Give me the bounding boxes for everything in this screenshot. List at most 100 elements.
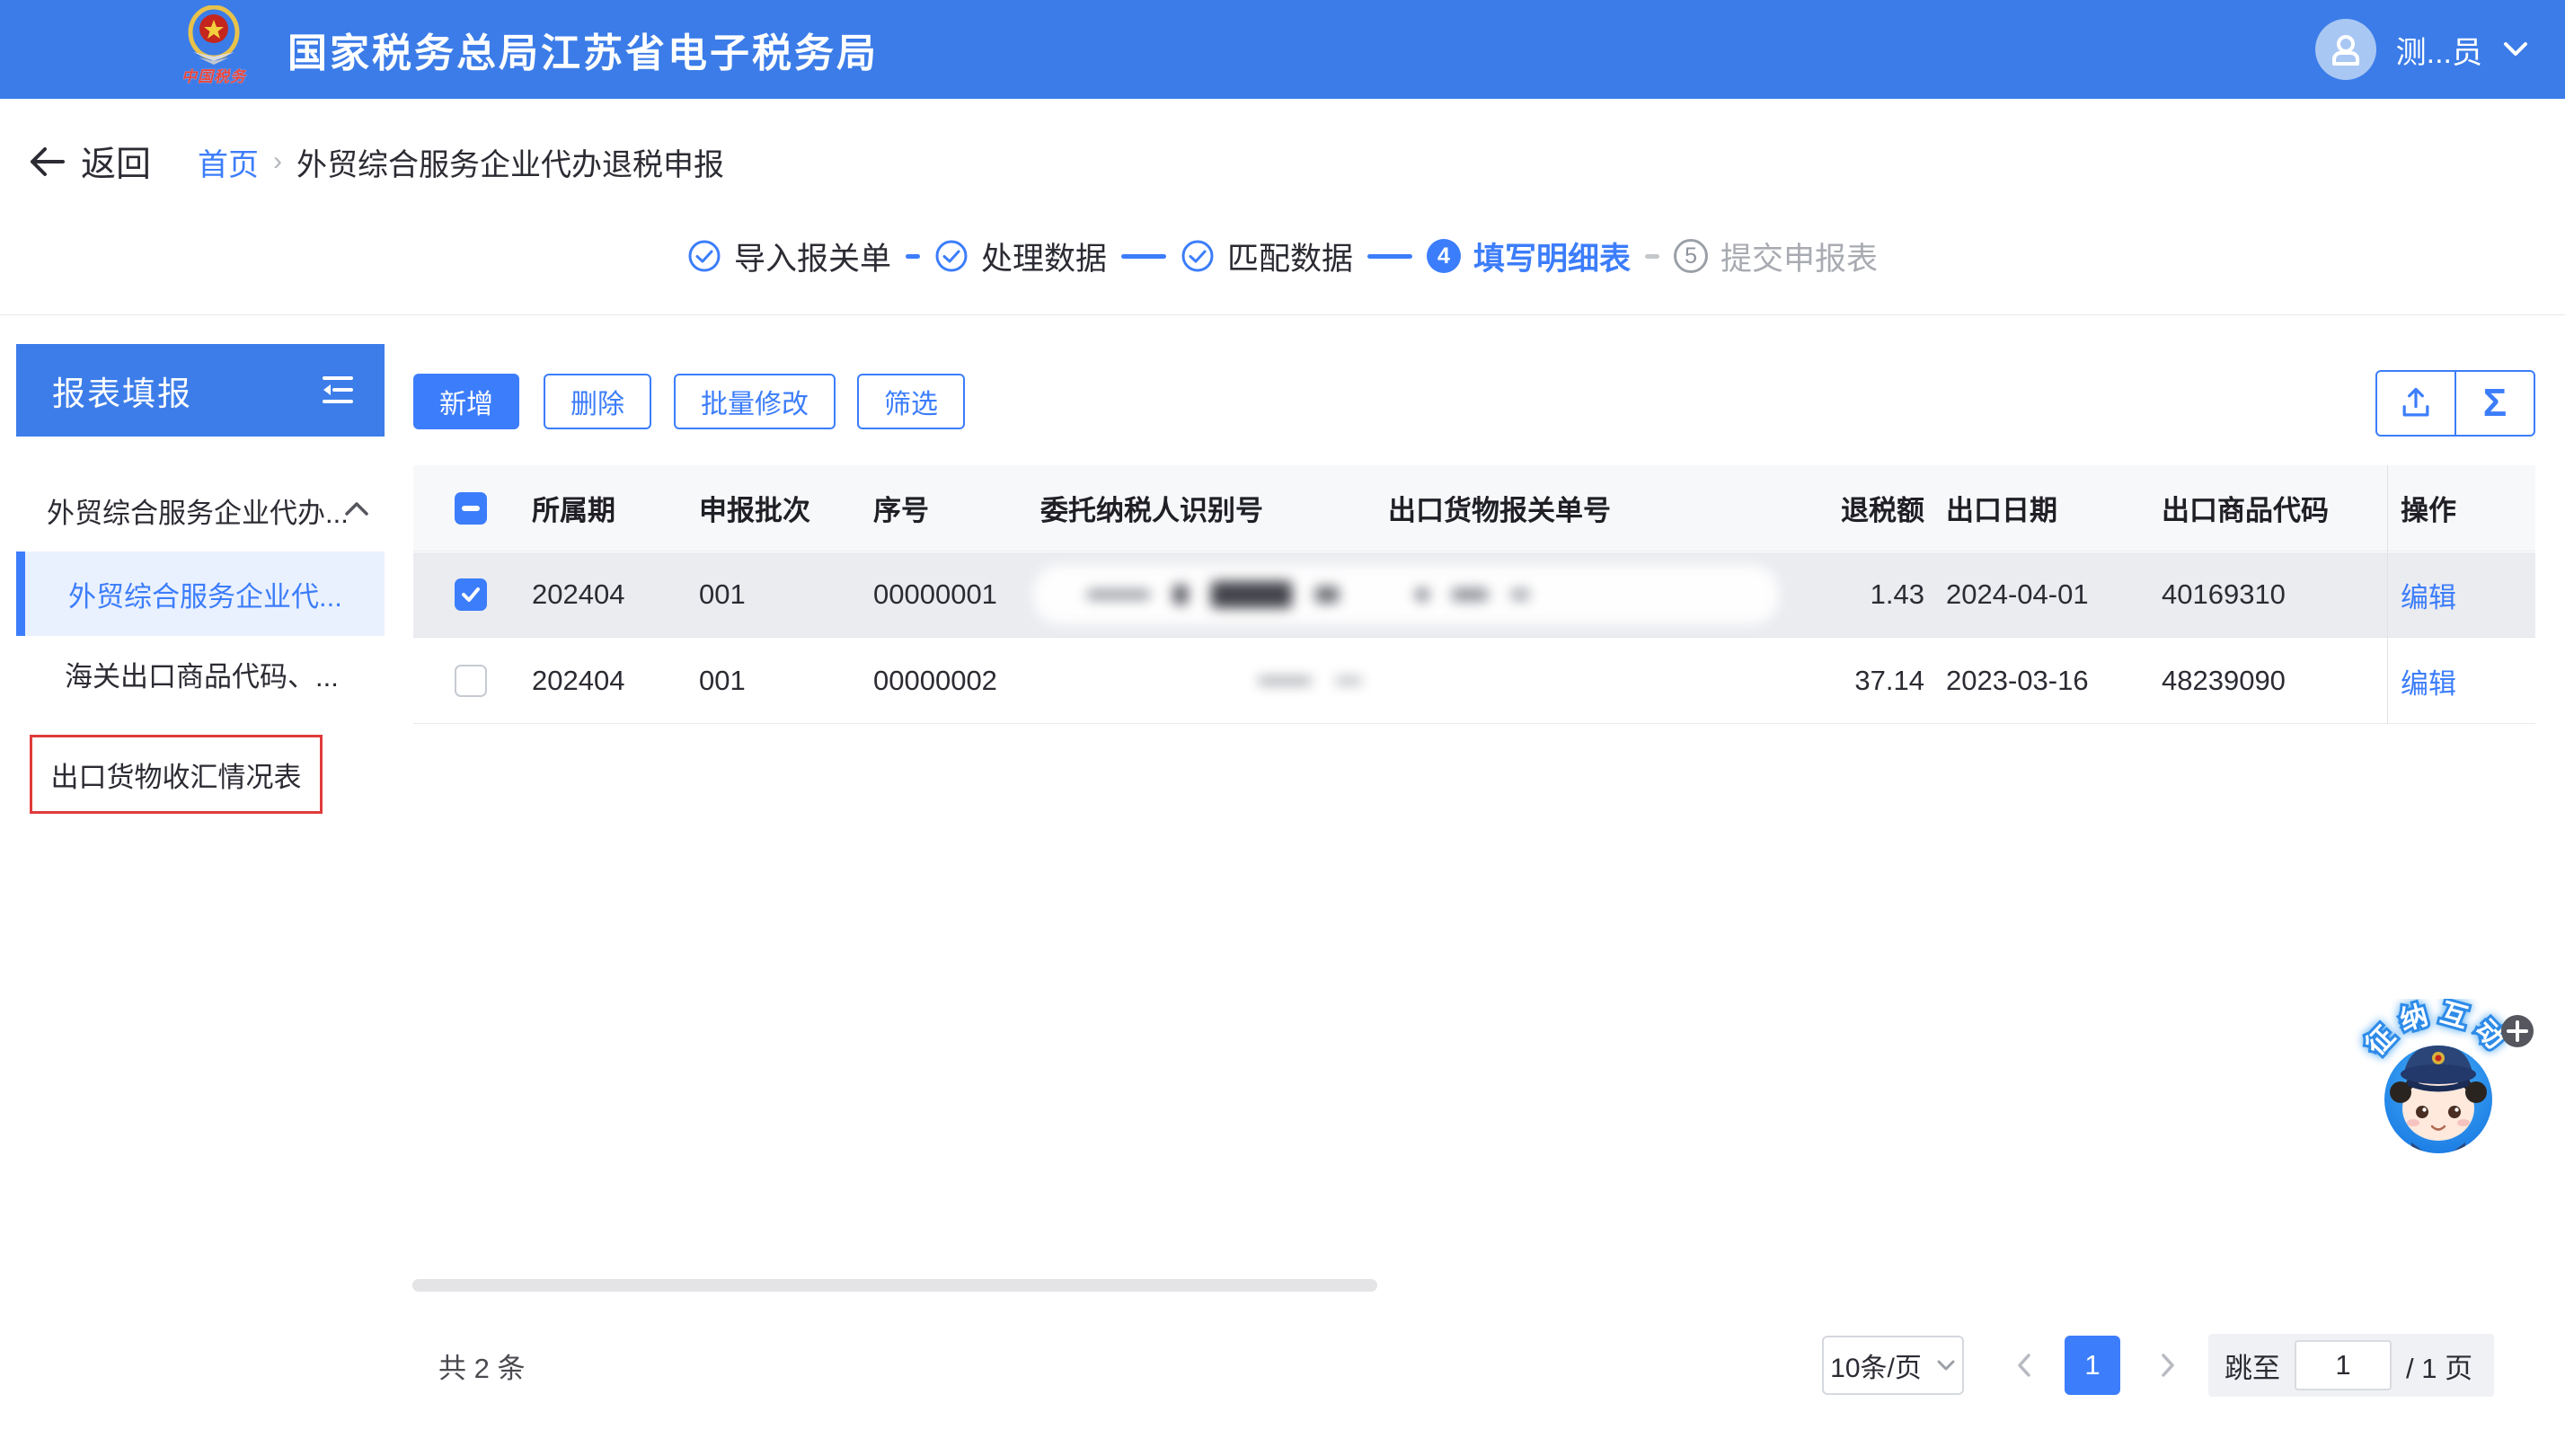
chevron-left-icon	[2016, 1353, 2032, 1378]
user-name: 测...员	[2396, 28, 2482, 72]
cell-commodity-code: 48239090	[2162, 639, 2286, 723]
table-header: 所属期 申报批次 序号 委托纳税人识别号 出口货物报关单号 退税额 出口日期 出…	[413, 465, 2535, 552]
avatar[interactable]	[2315, 19, 2376, 80]
jump-to-page: 跳至 / 1 页	[2208, 1334, 2494, 1397]
back-arrow-icon	[27, 146, 66, 178]
sidebar-item-foreign-trade-detail[interactable]: 外贸综合服务企业代...	[16, 552, 385, 636]
breadcrumb: 返回 首页 › 外贸综合服务企业代办退税申报	[27, 126, 724, 198]
total-count: 共 2 条	[438, 1336, 525, 1395]
col-action: 操作	[2401, 465, 2456, 551]
logo-caption: 中国税务	[181, 68, 246, 86]
user-icon	[2328, 31, 2364, 67]
export-icon	[2396, 384, 2436, 423]
divider	[0, 314, 2565, 315]
cell-tax-refund: 1.43	[1745, 552, 1924, 637]
delete-button[interactable]: 删除	[544, 374, 651, 429]
jump-page-input[interactable]	[2295, 1340, 2392, 1390]
expand-button[interactable]	[2501, 1015, 2534, 1047]
action-column-divider	[2387, 465, 2388, 724]
step-submit-form: 5 提交申报表	[1674, 234, 1878, 279]
cell-commodity-code: 40169310	[2162, 552, 2286, 637]
sidebar-item-label: 海关出口商品代码、...	[65, 654, 339, 694]
row-checkbox[interactable]	[455, 639, 487, 723]
sidebar-header: 报表填报	[16, 344, 385, 437]
edit-link[interactable]: 编辑	[2401, 552, 2456, 637]
active-indicator	[16, 552, 25, 636]
add-button[interactable]: 新增	[413, 374, 519, 429]
step-label: 提交申报表	[1720, 234, 1878, 279]
interaction-assistant[interactable]: 征纳互动	[2327, 999, 2552, 1196]
sidebar-group-label: 外贸综合服务企业代办...	[47, 490, 349, 531]
step-label: 导入报关单	[734, 234, 891, 279]
step-number-badge: 4	[1427, 239, 1461, 273]
export-button[interactable]	[2375, 370, 2456, 437]
table-row[interactable]: 202404 001 00000002 37.14 2023-03-16 482…	[413, 639, 2535, 724]
chevron-right-icon	[2160, 1353, 2176, 1378]
top-bar: 中国税务 国家税务总局江苏省电子税务局 测...员	[0, 0, 2565, 99]
batch-edit-button[interactable]: 批量修改	[674, 374, 836, 429]
cell-seq: 00000001	[873, 552, 997, 637]
sidebar-item-customs-code[interactable]: 海关出口商品代码、...	[16, 650, 385, 697]
table-row[interactable]: 202404 001 00000001 1.43 2024-04-01 4016…	[413, 552, 2535, 638]
cell-seq: 00000002	[873, 639, 997, 723]
step-match-data: 匹配数据	[1181, 234, 1353, 279]
sidebar-item-export-forex-table[interactable]: 出口货物收汇情况表	[30, 735, 323, 814]
next-page-button[interactable]	[2145, 1336, 2190, 1395]
col-taxpayer-id: 委托纳税人识别号	[1040, 465, 1263, 551]
checkbox-empty-icon	[455, 665, 487, 697]
chevron-up-icon	[343, 499, 370, 517]
prev-page-button[interactable]	[2002, 1336, 2047, 1395]
user-menu[interactable]: 测...员	[2315, 0, 2529, 99]
cell-export-date: 2024-04-01	[1946, 552, 2089, 637]
collapse-sidebar-icon[interactable]	[318, 373, 358, 407]
sidebar-title: 报表填报	[52, 366, 192, 415]
cell-tax-refund: 37.14	[1745, 639, 1924, 723]
col-tax-refund: 退税额	[1745, 465, 1924, 551]
col-period: 所属期	[532, 465, 615, 551]
step-fill-detail: 4 填写明细表	[1427, 234, 1631, 279]
col-customs-no: 出口货物报关单号	[1388, 465, 1611, 551]
col-export-date: 出口日期	[1946, 465, 2057, 551]
step-import-declaration: 导入报关单	[687, 234, 891, 279]
col-commodity-code: 出口商品代码	[2162, 465, 2329, 551]
page-size-select[interactable]: 10条/页	[1822, 1336, 1964, 1395]
sidebar-group-foreign-trade[interactable]: 外贸综合服务企业代办...	[16, 487, 385, 534]
checkbox-indeterminate-icon	[455, 492, 487, 525]
step-connector	[906, 254, 920, 259]
step-connector	[1367, 254, 1412, 259]
horizontal-scrollbar-thumb[interactable]	[412, 1279, 1377, 1292]
cell-export-date: 2023-03-16	[1946, 639, 2089, 723]
row-checkbox[interactable]	[455, 552, 487, 637]
sidebar-item-label: 出口货物收汇情况表	[51, 754, 302, 795]
edit-link[interactable]: 编辑	[2401, 639, 2456, 723]
step-wizard: 导入报关单 处理数据 匹配数据 4 填写明细表 5 提交申报表	[0, 214, 2565, 298]
check-circle-icon	[1181, 239, 1215, 273]
filter-button[interactable]: 筛选	[857, 374, 965, 429]
tax-emblem-logo: 中国税务	[160, 5, 268, 93]
chevron-down-icon	[2502, 40, 2529, 58]
select-all-checkbox[interactable]	[455, 465, 487, 551]
sidebar-item-label: 外贸综合服务企业代...	[68, 574, 342, 614]
total-pages: / 1 页	[2406, 1346, 2472, 1386]
step-connector	[1121, 254, 1166, 259]
chevron-right-icon: ›	[273, 146, 282, 177]
page-1-button[interactable]: 1	[2065, 1336, 2120, 1395]
redacted-taxpayer-and-customs-no	[1033, 565, 1779, 624]
checkbox-checked-icon	[455, 578, 487, 611]
breadcrumb-home-link[interactable]: 首页	[198, 140, 259, 184]
step-process-data: 处理数据	[934, 234, 1107, 279]
back-button[interactable]: 返回	[27, 137, 151, 187]
col-batch: 申报批次	[699, 465, 810, 551]
summary-button[interactable]: Σ	[2454, 370, 2535, 437]
national-emblem-icon	[181, 5, 247, 68]
chevron-down-icon	[1936, 1359, 1956, 1372]
mascot-avatar: 征纳互动	[2361, 999, 2516, 1178]
step-label: 填写明细表	[1473, 234, 1631, 279]
jump-label: 跳至	[2224, 1346, 2280, 1386]
cell-batch: 001	[699, 552, 746, 637]
table-tools: Σ	[2375, 370, 2535, 437]
step-connector	[1645, 254, 1659, 259]
check-circle-icon	[934, 239, 969, 273]
page-title: 国家税务总局江苏省电子税务局	[287, 0, 879, 99]
redacted-taxpayer-and-customs-no	[1033, 651, 1662, 710]
